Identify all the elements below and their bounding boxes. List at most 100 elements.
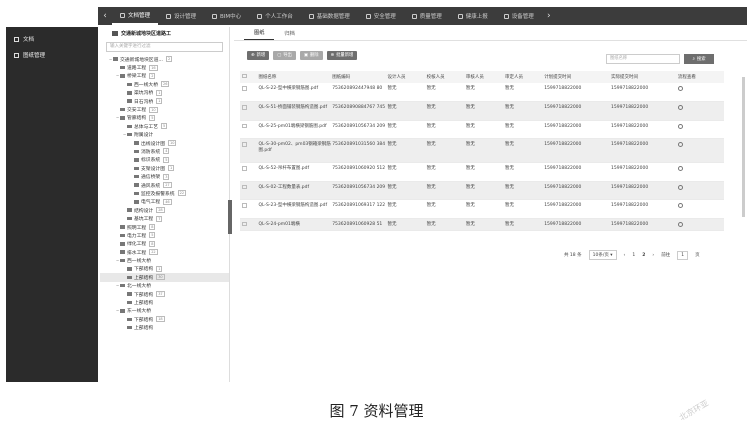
pager-goto-input[interactable]: 1 [677, 250, 689, 260]
tree-node[interactable]: 支架设计图 1 [100, 164, 229, 172]
toolbar-button[interactable]: ▣ 删除 [299, 50, 323, 60]
table-row[interactable]: QL-S-23-型中横梁钢筋构造图.pdf 753620891069317 122… [240, 200, 724, 219]
view-flow-icon[interactable] [677, 123, 683, 129]
view-flow-icon[interactable] [677, 221, 683, 227]
row-checkbox[interactable] [242, 166, 247, 171]
view-flow-icon[interactable] [677, 86, 683, 91]
nav-next-arrow[interactable]: › [542, 11, 556, 21]
tree-node[interactable]: − 管廊结构 5 [100, 114, 229, 122]
tree-node[interactable]: 渠坑沟桥 1 [100, 89, 229, 97]
tree-node[interactable]: 交安工程 10 [100, 105, 229, 113]
toolbar-button[interactable]: ⊕ 批量新增 [326, 50, 358, 60]
row-checkbox[interactable] [242, 105, 247, 110]
tree-node[interactable]: 通信桥架 3 [100, 172, 229, 180]
flow-cell[interactable] [677, 163, 724, 182]
tree-node[interactable]: − 东一线大桥 [100, 307, 229, 315]
pager-prev-button[interactable]: ‹ [624, 253, 626, 258]
pager-page-2[interactable]: 2 [642, 253, 645, 258]
flow-cell[interactable] [677, 200, 724, 219]
table-row[interactable]: QL-S-25-pm01端横梁钢筋图.pdf 753620891056734 20… [240, 120, 724, 139]
flow-cell[interactable] [677, 218, 724, 230]
tab-1[interactable]: 归档 [274, 30, 304, 40]
drawing-search-input[interactable]: 图纸名称 [606, 54, 680, 64]
row-checkbox[interactable] [242, 221, 247, 226]
row-checkbox[interactable] [242, 184, 247, 189]
toolbar-button[interactable]: ⊕ 新增 [247, 50, 270, 60]
flow-cell[interactable] [677, 120, 724, 139]
top-nav-item[interactable]: 设计管理 [158, 7, 204, 25]
toolbar-button[interactable]: ▢ 导出 [273, 50, 296, 60]
row-checkbox-cell[interactable] [240, 181, 258, 200]
top-nav-item[interactable]: BIM中心 [204, 7, 249, 25]
pager-page-1[interactable]: 1 [632, 253, 635, 258]
row-checkbox[interactable] [242, 142, 247, 147]
tree-node[interactable]: 出线设计图 10 [100, 139, 229, 147]
tab-0[interactable]: 图纸 [244, 29, 275, 40]
row-checkbox[interactable] [242, 123, 247, 128]
tree-node[interactable]: 上部结构 [100, 298, 229, 306]
flow-cell[interactable] [677, 83, 724, 102]
top-nav-item[interactable]: 设备管理 [496, 7, 542, 25]
table-row[interactable]: QL-S-22-型中横梁钢筋图.pdf 753620892447948 80 暂无 暂… [240, 83, 724, 102]
top-nav-item[interactable]: 健康上报 [450, 7, 496, 25]
top-nav-item[interactable]: 个人工作台 [249, 7, 301, 25]
tree-node[interactable]: 道路工程 16 [100, 63, 229, 71]
tree-search-input[interactable]: 输入关键字进行过滤 [106, 42, 223, 52]
tree-node[interactable]: − 附属设计 [100, 131, 229, 139]
row-checkbox[interactable] [242, 203, 247, 208]
tree-node[interactable]: 下部结构 37 [100, 290, 229, 298]
select-all-checkbox[interactable] [242, 73, 247, 79]
tree-node[interactable]: 上部结构 30 [100, 273, 229, 282]
tree-node[interactable]: − 西一线大桥 [100, 256, 229, 264]
tree-node[interactable]: 总体与工艺 5 [100, 122, 229, 130]
tree-node[interactable]: 下部结构 18 [100, 315, 229, 323]
tree-node[interactable]: 上部结构 [100, 324, 229, 332]
tree-node[interactable]: 日石沟桥 1 [100, 97, 229, 105]
pager-size-select[interactable]: 10条/页 ▾ [588, 250, 617, 260]
row-checkbox-cell[interactable] [240, 139, 258, 163]
tree-node[interactable]: 绿化工程 8 [100, 240, 229, 248]
header-checkbox[interactable] [240, 71, 259, 83]
panel-collapse-handle[interactable] [228, 200, 232, 234]
row-checkbox-cell[interactable] [240, 83, 258, 102]
tree-node[interactable]: 通风系统 27 [100, 181, 229, 189]
search-button[interactable]: ⌕ 搜索 [684, 54, 714, 64]
flow-cell[interactable] [677, 181, 724, 200]
table-row[interactable]: QL-S-24-pm01端横 753620891060928 51 暂无 暂无 暂无 暂无… [240, 218, 724, 230]
flow-cell[interactable] [677, 139, 724, 163]
tree-node[interactable]: 西一线大桥 26 [100, 80, 229, 88]
tree-node[interactable]: 电气工程 46 [100, 198, 229, 206]
pager-next-button[interactable]: › [652, 253, 654, 258]
top-nav-item[interactable]: 文档管理 [112, 7, 159, 25]
row-checkbox-cell[interactable] [240, 163, 258, 182]
top-nav-item[interactable]: 安全管理 [358, 7, 404, 25]
table-row[interactable]: QL-S-02-工程数量表.pdf 753620891056734 209 暂无 暂无… [240, 181, 724, 200]
view-flow-icon[interactable] [677, 184, 683, 190]
tree-node[interactable]: − 北一线大桥 [100, 282, 229, 290]
view-flow-icon[interactable] [677, 166, 683, 171]
flow-cell[interactable] [677, 102, 724, 121]
top-nav-item[interactable]: 质量管理 [404, 7, 450, 25]
tree-node[interactable]: 监控及报警系统 22 [100, 189, 229, 197]
table-row[interactable]: QL-S-52-吊杆布置图.pdf 753620891060920 512 暂无 暂无… [240, 163, 724, 182]
view-flow-icon[interactable] [677, 105, 683, 110]
tree-node[interactable]: 标识系统 5 [100, 156, 229, 164]
tree-node[interactable]: 电力工程 5 [100, 231, 229, 239]
top-nav-item[interactable]: 基础数据管理 [301, 7, 358, 25]
nav-prev-arrow[interactable]: ‹ [98, 11, 112, 21]
tree-node[interactable]: 消防系统 4 [100, 147, 229, 155]
tree-node[interactable]: − 交通新城地块区道... 2 [100, 55, 229, 63]
row-checkbox-cell[interactable] [240, 102, 258, 121]
row-checkbox-cell[interactable] [240, 218, 258, 230]
tree-node[interactable]: 排水工程 22 [100, 248, 229, 256]
left-nav-item[interactable]: 文档 [6, 31, 98, 47]
row-checkbox-cell[interactable] [240, 200, 258, 219]
table-row[interactable]: QL-S-30-pm02、pm03钢箱梁钢筋图.pdf 7536208910315… [240, 138, 724, 163]
row-checkbox-cell[interactable] [240, 120, 258, 139]
tree-node[interactable]: − 桥梁工程 2 [100, 72, 229, 80]
tree-node[interactable]: 基坑工程 7 [100, 214, 229, 222]
table-row[interactable]: QL-S-51-桥面铺装钢筋构造图.pdf 753620890884767 745… [240, 101, 724, 121]
tree-node[interactable]: 照明工程 8 [100, 223, 229, 231]
tree-node[interactable]: 结构设计 28 [100, 206, 229, 214]
tree-node[interactable]: 下部结构 1 [100, 265, 229, 273]
